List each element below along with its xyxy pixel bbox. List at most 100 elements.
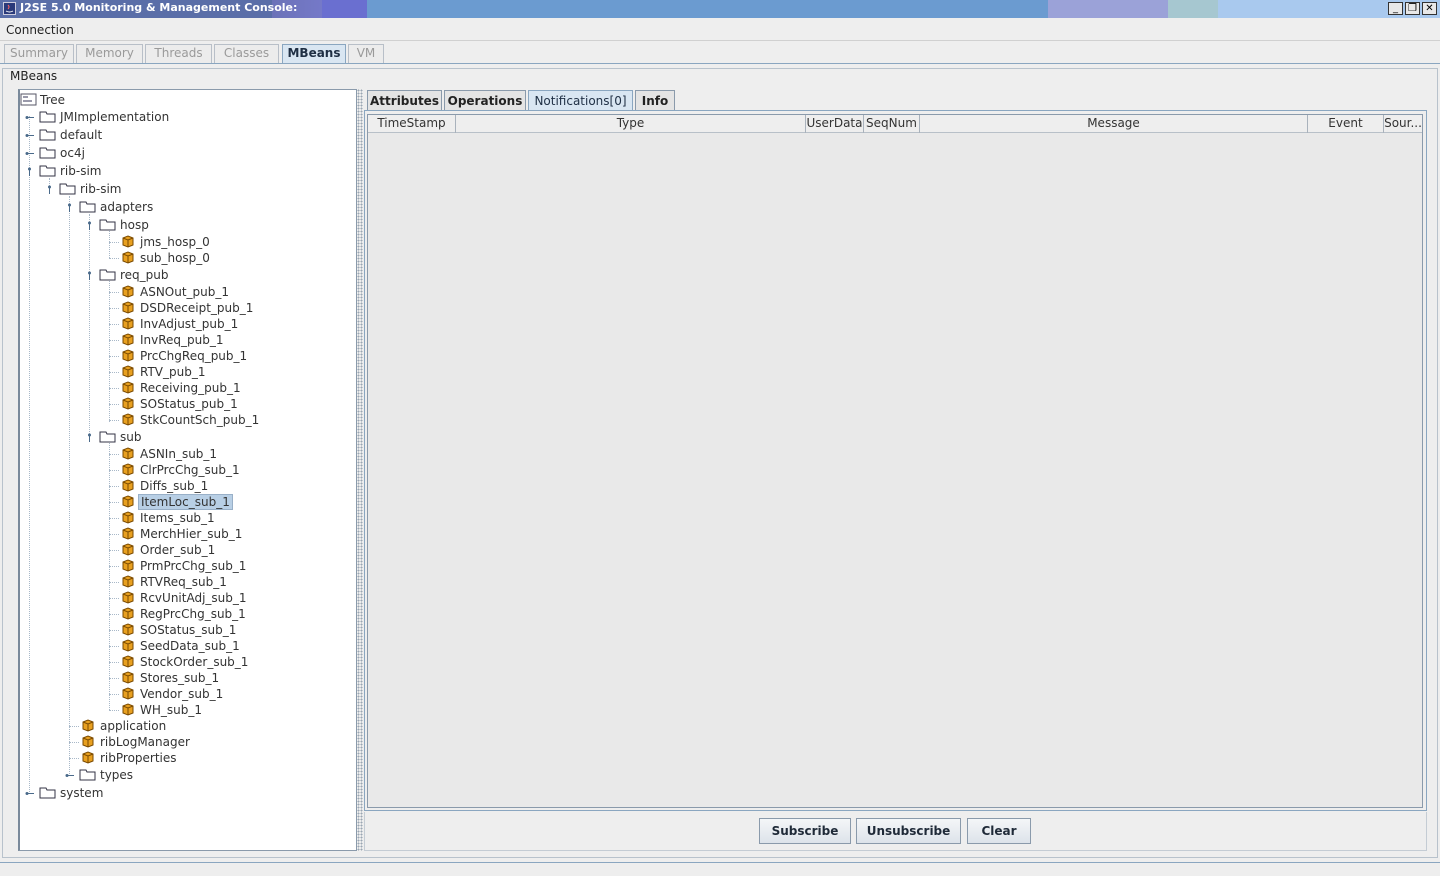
mbean-icon	[122, 543, 134, 556]
tree-node-default[interactable]: default	[20, 127, 320, 143]
tree-leaf[interactable]: Items_sub_1	[20, 510, 320, 526]
tree-leaf[interactable]: ASNIn_sub_1	[20, 446, 320, 462]
menu-connection[interactable]: Connection	[6, 23, 74, 37]
tree-leaf-sub-hosp[interactable]: sub_hosp_0	[20, 250, 320, 266]
tree-leaf[interactable]: SOStatus_sub_1	[20, 622, 320, 638]
tree-leaf[interactable]: ClrPrcChg_sub_1	[20, 462, 320, 478]
tree-leaf[interactable]: MerchHier_sub_1	[20, 526, 320, 542]
tree-leaf[interactable]: DSDReceipt_pub_1	[20, 300, 320, 316]
tree-leaf[interactable]: Receiving_pub_1	[20, 380, 320, 396]
collapse-icon[interactable]	[65, 203, 74, 212]
tree-leaf[interactable]: Vendor_sub_1	[20, 686, 320, 702]
tree-leaf[interactable]: ASNOut_pub_1	[20, 284, 320, 300]
tree-line	[109, 694, 119, 695]
tree-leaf[interactable]: StockOrder_sub_1	[20, 654, 320, 670]
tree-node-rib-sim-child[interactable]: rib-sim	[20, 181, 320, 197]
tab-vm[interactable]: VM	[348, 44, 384, 63]
tree-leaf-riblogmanager[interactable]: ribLogManager	[20, 734, 320, 750]
tree-node-label: RcvUnitAdj_sub_1	[140, 591, 247, 605]
tree-node-jmimplementation[interactable]: JMImplementation	[20, 109, 320, 125]
collapse-icon[interactable]	[25, 167, 34, 176]
window-title: J2SE 5.0 Monitoring & Management Console…	[20, 1, 298, 14]
tree-leaf-application[interactable]: application	[20, 718, 320, 734]
column-seqnum[interactable]: SeqNum	[864, 115, 920, 133]
unsubscribe-button[interactable]: Unsubscribe	[856, 818, 961, 844]
expand-icon[interactable]	[65, 771, 74, 780]
column-userdata[interactable]: UserData	[806, 115, 864, 133]
folder-icon	[39, 147, 56, 159]
tree-leaf[interactable]: PrmPrcChg_sub_1	[20, 558, 320, 574]
tree-leaf[interactable]: RTVReq_sub_1	[20, 574, 320, 590]
tree-node-adapters[interactable]: adapters	[20, 199, 320, 215]
tree-leaf[interactable]: SOStatus_pub_1	[20, 396, 320, 412]
tab-memory[interactable]: Memory	[76, 44, 143, 63]
mbean-icon	[82, 751, 94, 764]
tree-root[interactable]: Tree	[20, 92, 320, 108]
expand-icon[interactable]	[25, 789, 34, 798]
tree-node-hosp[interactable]: hosp	[20, 217, 320, 233]
expand-icon[interactable]	[25, 149, 34, 158]
folder-open-icon	[79, 201, 96, 213]
tree-leaf[interactable]: StkCountSch_pub_1	[20, 412, 320, 428]
tree-leaf[interactable]: Stores_sub_1	[20, 670, 320, 686]
tree-leaf[interactable]: PrcChgReq_pub_1	[20, 348, 320, 364]
clear-button[interactable]: Clear	[967, 818, 1031, 844]
tab-mbeans[interactable]: MBeans	[282, 44, 346, 63]
tree-leaf[interactable]: InvAdjust_pub_1	[20, 316, 320, 332]
tree-node-label: Receiving_pub_1	[140, 381, 241, 395]
column-timestamp[interactable]: TimeStamp	[368, 115, 456, 133]
restore-button[interactable]: ❐	[1405, 2, 1420, 15]
mbean-icon	[122, 333, 134, 346]
tree-leaf[interactable]: Diffs_sub_1	[20, 478, 320, 494]
subscribe-button[interactable]: Subscribe	[759, 818, 851, 844]
tree-leaf[interactable]: InvReq_pub_1	[20, 332, 320, 348]
tree-node-system[interactable]: system	[20, 785, 320, 801]
mbean-icon	[122, 397, 134, 410]
tree-node-label: ASNOut_pub_1	[140, 285, 230, 299]
column-event[interactable]: Event	[1308, 115, 1384, 133]
tree-leaf[interactable]: RTV_pub_1	[20, 364, 320, 380]
minimize-button[interactable]: _	[1388, 2, 1403, 15]
tree-leaf[interactable]: WH_sub_1	[20, 702, 320, 718]
tree-node-label: InvAdjust_pub_1	[140, 317, 239, 331]
tree-line	[109, 502, 119, 503]
expand-icon[interactable]	[25, 113, 34, 122]
column-source[interactable]: Sour...	[1384, 115, 1422, 133]
tab-operations[interactable]: Operations	[444, 90, 526, 111]
tree-leaf[interactable]: RegPrcChg_sub_1	[20, 606, 320, 622]
split-pane-divider[interactable]	[357, 89, 363, 851]
expand-icon[interactable]	[25, 131, 34, 140]
tree-line	[109, 324, 119, 325]
tree-leaf[interactable]: ItemLoc_sub_1	[20, 494, 320, 510]
tree-node-req-pub[interactable]: req_pub	[20, 267, 320, 283]
tab-attributes[interactable]: Attributes	[367, 90, 442, 111]
tab-threads[interactable]: Threads	[145, 44, 212, 63]
tree-leaf[interactable]: Order_sub_1	[20, 542, 320, 558]
tree-node-label: DSDReceipt_pub_1	[140, 301, 254, 315]
collapse-icon[interactable]	[85, 271, 94, 280]
mbean-icon	[82, 735, 94, 748]
mbean-tree[interactable]: Tree JMImplementation default oc4j rib-s…	[18, 89, 357, 851]
tree-node-sub[interactable]: sub	[20, 429, 320, 445]
collapse-icon[interactable]	[85, 221, 94, 230]
tree-leaf[interactable]: SeedData_sub_1	[20, 638, 320, 654]
tree-node-label: RTV_pub_1	[140, 365, 206, 379]
tree-leaf[interactable]: RcvUnitAdj_sub_1	[20, 590, 320, 606]
tab-summary[interactable]: Summary	[4, 44, 74, 63]
collapse-icon[interactable]	[85, 433, 94, 442]
tab-notifications[interactable]: Notifications[0]	[528, 90, 633, 111]
close-button[interactable]: ✕	[1422, 2, 1437, 15]
folder-open-icon	[39, 165, 56, 177]
column-type[interactable]: Type	[456, 115, 806, 133]
mbean-icon	[122, 575, 134, 588]
tab-classes[interactable]: Classes	[214, 44, 279, 63]
collapse-icon[interactable]	[45, 185, 54, 194]
column-message[interactable]: Message	[920, 115, 1308, 133]
tree-node-types[interactable]: types	[20, 767, 320, 783]
tree-node-oc4j[interactable]: oc4j	[20, 145, 320, 161]
notifications-table[interactable]: TimeStamp Type UserData SeqNum Message E…	[367, 114, 1423, 808]
tree-node-rib-sim[interactable]: rib-sim	[20, 163, 320, 179]
tab-info[interactable]: Info	[635, 90, 675, 111]
tree-leaf-ribproperties[interactable]: ribProperties	[20, 750, 320, 766]
tree-leaf-jms-hosp[interactable]: jms_hosp_0	[20, 234, 320, 250]
